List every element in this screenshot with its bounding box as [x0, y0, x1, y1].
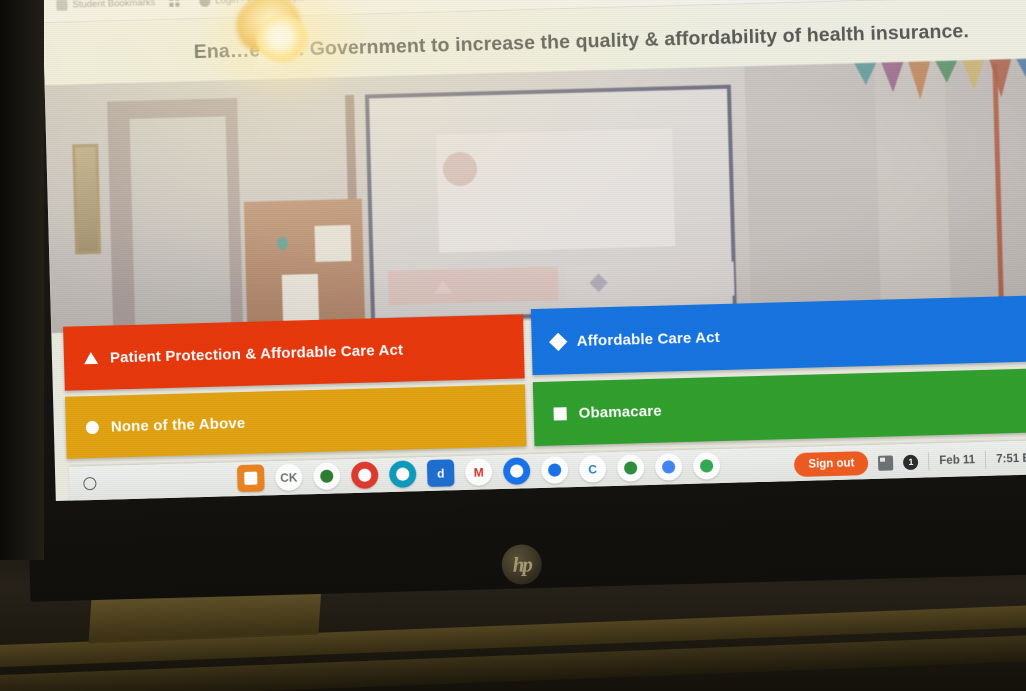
answer-label: None of the Above [110, 414, 246, 436]
bookmark-label: Student Bookmarks [72, 0, 156, 11]
photo-projector-bar-left [387, 266, 559, 305]
question-media-photo [44, 58, 1026, 334]
apps-grid-icon [169, 0, 181, 8]
notification-badge[interactable]: 1 [903, 454, 919, 470]
shelf-time[interactable]: 7:51 EXTD [996, 452, 1026, 466]
status-divider [928, 452, 930, 471]
app-glyph [510, 464, 524, 478]
office-app-icon[interactable] [388, 460, 417, 489]
answer-option-c[interactable]: None of the Above [65, 384, 527, 459]
pennant-flag [908, 61, 932, 100]
answer-option-d[interactable]: Obamacare [532, 367, 1026, 447]
laptop-device: hp College Board - Sign... My IDP... Stu… [14, 0, 1026, 610]
bookmark-apps-grid[interactable] [169, 0, 185, 8]
calculator-icon[interactable] [878, 454, 894, 471]
clever-app-icon[interactable]: C [578, 455, 607, 483]
gmail-app-icon[interactable]: M [464, 458, 493, 486]
pennant-flag [854, 62, 877, 86]
photo-scene: hp College Board - Sign... My IDP... Stu… [0, 0, 1026, 691]
photo-projector-screen [436, 128, 676, 253]
desmos-app-icon[interactable]: d [426, 459, 455, 487]
photo-corkboard-note [314, 224, 352, 262]
question-text: Ena…e U.S. Government to increase the qu… [193, 20, 970, 63]
red-paint-app-icon[interactable] [350, 461, 379, 490]
app-glyph [396, 467, 410, 481]
pennant-flag [935, 60, 958, 84]
diamond-icon [549, 332, 568, 351]
classroom-app-icon[interactable] [616, 454, 645, 482]
app-glyph [623, 461, 638, 475]
status-divider [984, 450, 987, 469]
app-glyph [320, 469, 334, 483]
shelf-date[interactable]: Feb 11 [939, 454, 975, 467]
app-glyph: M [473, 464, 484, 480]
answer-grid: Patient Protection & Affordable Care Act… [51, 294, 1026, 465]
app-glyph [661, 460, 676, 474]
circle-icon [85, 420, 100, 434]
folder-icon [56, 0, 68, 11]
answer-label: Patient Protection & Affordable Care Act [109, 341, 404, 367]
pennant-flag [989, 59, 1013, 98]
files-app-icon[interactable] [502, 457, 531, 485]
bookmark-label: Login - Powered by... [215, 0, 304, 7]
app-glyph [358, 468, 372, 482]
app-glyph: CK [279, 470, 298, 485]
answer-option-a[interactable]: Patient Protection & Affordable Care Act [63, 314, 525, 391]
app-glyph [244, 471, 258, 485]
square-icon [553, 406, 567, 421]
sign-out-button[interactable]: Sign out [794, 451, 869, 478]
orange-app-icon[interactable] [236, 464, 265, 493]
clock-time: 7:51 [995, 452, 1020, 466]
photo-framed-picture [72, 143, 102, 255]
google-drive-app-icon[interactable] [540, 456, 569, 484]
chrome-app-icon[interactable] [654, 453, 683, 481]
photo-triangle-shape [434, 280, 453, 294]
app-glyph: d [436, 466, 445, 481]
answer-label: Affordable Care Act [576, 328, 721, 350]
app-glyph [699, 459, 714, 473]
network-label: EXTD [1022, 452, 1026, 465]
pennant-flag [962, 59, 986, 91]
pennant-flag [881, 61, 905, 93]
answer-option-b[interactable]: Affordable Care Act [530, 294, 1026, 376]
launcher-circle-icon[interactable] [83, 476, 97, 491]
globe-icon [199, 0, 211, 7]
green-book-app-icon[interactable] [312, 462, 341, 491]
photo-open-doorway [129, 116, 232, 331]
app-glyph: C [588, 461, 598, 477]
bookmark-student-bookmarks[interactable]: Student Bookmarks [56, 0, 155, 11]
answer-label: Obamacare [578, 402, 662, 422]
chromebook-screen: College Board - Sign... My IDP... Studen… [41, 0, 1026, 502]
bookmark-login-portal[interactable]: Login - Powered by... [199, 0, 304, 7]
app-glyph [548, 463, 562, 477]
photo-pennant-banner [854, 58, 1026, 121]
play-store-app-icon[interactable] [692, 452, 721, 480]
triangle-icon [83, 351, 99, 365]
pennant-flag [1016, 58, 1026, 81]
shelf-status-area[interactable]: Sign out 1 Feb 11 7:51 EXTD [794, 442, 1026, 481]
room-dark-left-edge [0, 0, 44, 560]
ck-app-icon[interactable]: CK [274, 463, 303, 492]
